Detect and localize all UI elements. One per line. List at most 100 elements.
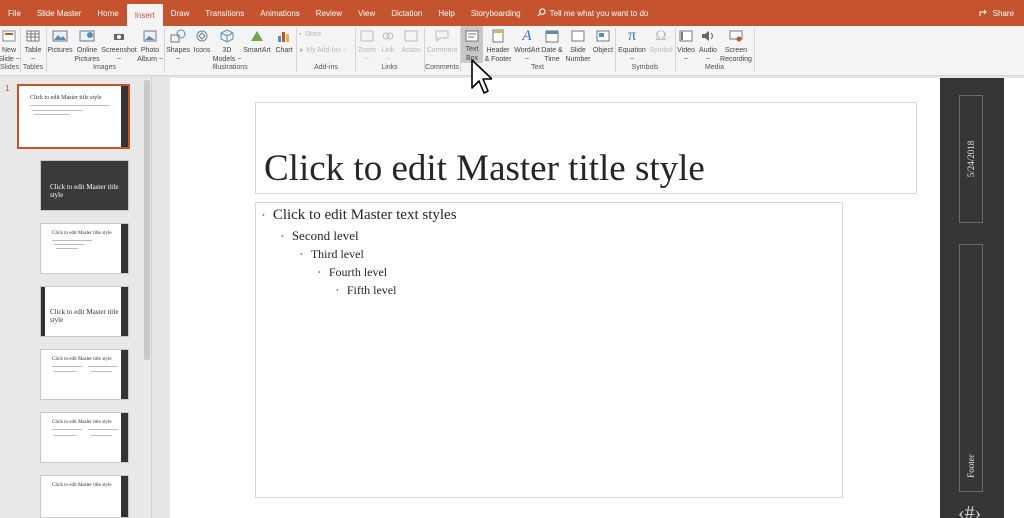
thumbnail-line [30,105,110,106]
thumbnail-layout-two-content[interactable]: Click to edit Master title style [40,349,129,400]
text-level-1: • Click to edit Master text styles [262,207,457,223]
date-time-button[interactable]: Date & Time [541,26,563,64]
zoom-button[interactable]: Zoom ~ [356,26,378,64]
thumbnail-side-bar [121,224,128,273]
slide-canvas[interactable]: Click to edit Master title style • Click … [170,78,1024,518]
thumbnail-side-bar [41,287,45,336]
tab-draw[interactable]: Draw [163,0,198,26]
omega-icon: Ω [655,27,667,44]
thumbnail-title: Click to edit Master title style [52,231,112,236]
thumbnail-title: Click to edit Master title style [50,308,119,324]
date-placeholder[interactable]: 5/24/2018 [959,95,983,223]
shapes-button[interactable]: Shapes ~ [165,26,191,64]
tab-file[interactable]: File [0,0,29,26]
screen-recording-button[interactable]: Screen Recording [719,26,753,64]
photo-album-icon [143,26,157,46]
my-addins-button[interactable]: ● My Add-ins ~ [299,47,347,54]
group-illustrations: Illustrations [212,64,248,71]
zoom-icon [360,26,374,46]
icons-button[interactable]: Icons [192,26,212,55]
symbol-button[interactable]: Ω Symbol [648,26,674,55]
text-level-3: • Third level [300,247,364,261]
tab-animations[interactable]: Animations [252,0,308,26]
smartart-icon [249,26,265,46]
screenshot-button[interactable]: Screenshot ~ [101,26,137,64]
thumbnail-line [88,429,118,430]
bullet-icon: • [300,250,303,259]
tab-help[interactable]: Help [430,0,462,26]
slide-title: Click to edit Master title style [264,148,705,189]
slide-side-bar: 5/24/2018 Footer ‹#› [940,78,1004,518]
action-button[interactable]: Action [399,26,423,55]
pi-icon: π [627,27,637,44]
tell-me-search[interactable]: Tell me what you want to do [529,0,649,26]
speaker-icon [701,26,715,46]
thumbnail-layout-title[interactable]: Click to edit Master title style [40,160,129,211]
footer-placeholder[interactable]: Footer [959,244,983,492]
cube-icon [220,26,234,46]
camera-icon [113,26,125,46]
pictures-button[interactable]: Pictures [47,26,73,55]
tab-dictation[interactable]: Dictation [383,0,430,26]
group-media: Media [704,64,725,71]
text-level-2: • Second level [281,228,359,243]
tab-transitions[interactable]: Transitions [197,0,252,26]
thumbnail-layout-section[interactable]: Click to edit Master title style [40,286,129,337]
video-button[interactable]: Video ~ [676,26,696,64]
tab-storyboarding[interactable]: Storyboarding [463,0,529,26]
share-icon [979,8,989,19]
new-slide-icon [2,26,16,46]
link-icon [381,26,395,46]
smartart-button[interactable]: SmartArt [242,26,272,55]
tab-home[interactable]: Home [89,0,126,26]
store-button[interactable]: ▪ Store [299,31,321,38]
slide-number-button[interactable]: Slide Number [564,26,592,64]
group-images: Images [93,64,116,71]
thumbnail-scrollbar[interactable] [144,80,150,360]
wordart-button[interactable]: A WordArt ~ [513,26,541,64]
table-button[interactable]: Table ~ [22,26,44,64]
tab-view[interactable]: View [350,0,383,26]
share-label: Share [992,8,1014,18]
new-slide-button[interactable]: New Slide ~ [0,26,20,64]
thumbnail-line [56,248,78,249]
share-button[interactable]: Share [979,0,1014,26]
thumbnail-layout-content[interactable]: Click to edit Master title style [40,223,129,274]
thumbnail-line [52,240,92,241]
thumbnail-layout-title-only[interactable]: Click to edit Master title style [40,475,129,518]
title-placeholder[interactable]: Click to edit Master title style [255,102,917,194]
bullet-icon: • [281,231,284,241]
thumbnail-line [54,244,84,245]
text-box-icon [465,26,479,45]
online-pictures-button[interactable]: Online Pictures [74,26,100,64]
photo-album-button[interactable]: Photo Album ~ [137,26,163,64]
tab-slide-master[interactable]: Slide Master [29,0,89,26]
ribbon-insert: New Slide ~ Slides Table ~ Tables Pictur… [0,26,1024,76]
slide-number-placeholder[interactable]: ‹#› [958,502,981,518]
object-button[interactable]: Object [592,26,614,55]
thumbnail-layout-comparison[interactable]: Click to edit Master title style [40,412,129,463]
store-icon: ▪ [299,31,302,38]
3d-models-button[interactable]: 3D Models ~ [213,26,241,64]
mouse-pointer-icon [471,59,492,94]
comment-icon [435,26,449,46]
tab-review[interactable]: Review [308,0,350,26]
thumbnail-line [52,366,82,367]
chart-button[interactable]: Chart [273,26,295,55]
screen-recording-icon [729,26,743,46]
equation-button[interactable]: π Equation ~ [616,26,648,64]
thumbnail-slide-master[interactable]: Click to edit Master title style [17,84,130,149]
video-icon [679,26,693,46]
calendar-icon [545,26,559,46]
chart-icon [277,26,291,46]
group-addins: Add-ins [314,64,338,71]
tell-me-text: Tell me what you want to do [549,8,649,18]
content-placeholder[interactable]: • Click to edit Master text styles • Secon… [255,202,843,498]
thumbnail-line [90,435,112,436]
link-button[interactable]: Link ~ [378,26,398,64]
object-icon [596,26,610,46]
audio-button[interactable]: Audio ~ [697,26,719,64]
comment-button[interactable]: Comment [425,26,459,55]
tab-insert[interactable]: Insert [126,4,163,26]
group-slides: Slides [0,64,20,71]
